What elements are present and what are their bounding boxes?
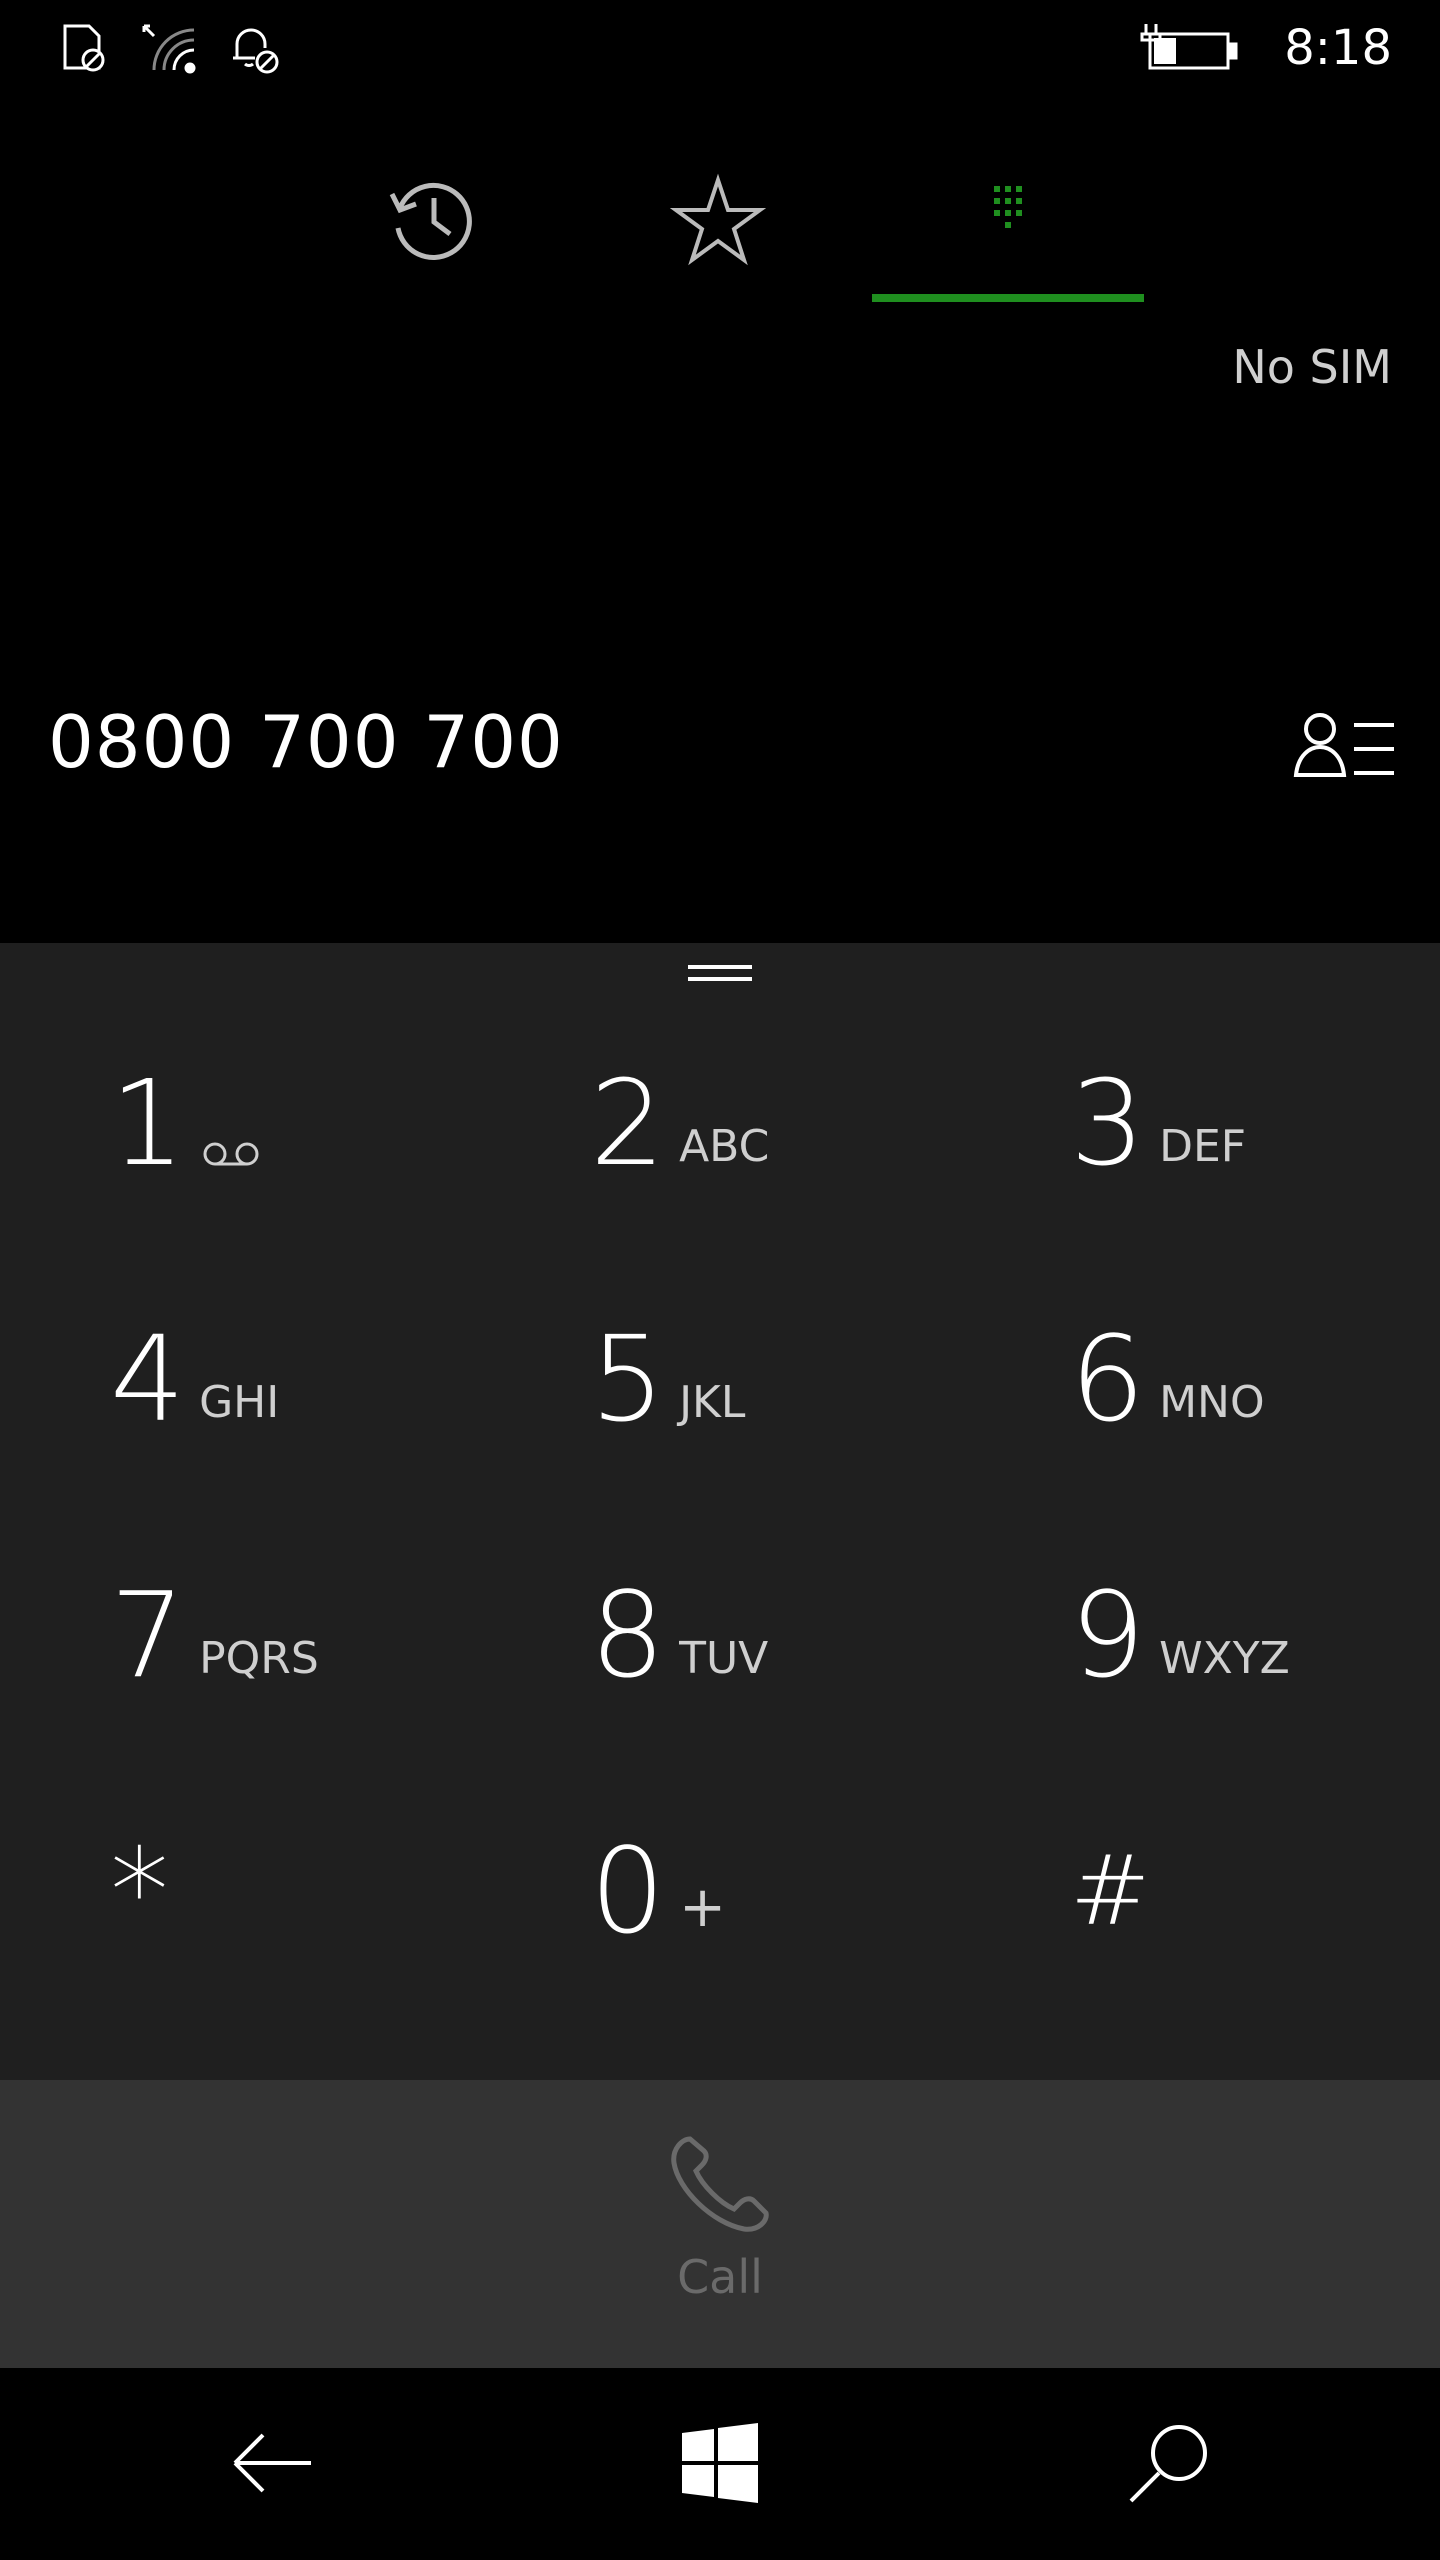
key-star[interactable]: *	[0, 1763, 480, 2019]
search-icon	[1129, 2425, 1207, 2503]
key-letters: PQRS	[199, 1633, 319, 1684]
key-1[interactable]: 1	[0, 995, 480, 1251]
key-digit: 2	[590, 1054, 666, 1192]
call-button[interactable]: Call	[0, 2080, 1440, 2368]
key-letters: GHI	[199, 1377, 280, 1428]
quiet-hours-icon	[225, 18, 285, 78]
key-digit: 0	[590, 1822, 666, 1960]
add-to-contacts-button[interactable]	[1290, 705, 1400, 785]
tab-speed-dial[interactable]	[658, 160, 778, 280]
key-digit: 8	[590, 1566, 666, 1704]
battery-charging-icon	[1140, 18, 1240, 78]
key-letters: JKL	[679, 1377, 746, 1428]
key-0[interactable]: 0 +	[480, 1763, 960, 2019]
key-letters: +	[679, 1875, 726, 1940]
voicemail-icon	[199, 1138, 263, 1170]
star-icon	[670, 173, 766, 266]
key-digit: #	[1070, 1835, 1151, 1947]
clock: 8:18	[1284, 20, 1392, 76]
keypad-icon	[994, 186, 1022, 228]
key-5[interactable]: 5 JKL	[480, 1251, 960, 1507]
key-2[interactable]: 2 ABC	[480, 995, 960, 1251]
key-digit: 6	[1070, 1310, 1146, 1448]
back-button[interactable]	[216, 2408, 326, 2518]
key-3[interactable]: 3 DEF	[960, 995, 1440, 1251]
key-digit: 3	[1070, 1054, 1146, 1192]
back-icon	[233, 2433, 311, 2493]
key-letters: TUV	[679, 1633, 769, 1684]
key-hash[interactable]: #	[960, 1763, 1440, 2019]
sim-status: No SIM	[1232, 340, 1392, 394]
key-letters: MNO	[1159, 1377, 1265, 1428]
search-button[interactable]	[1114, 2408, 1224, 2518]
collapse-grip[interactable]	[688, 965, 752, 983]
wifi-icon	[140, 18, 200, 78]
keypad-panel: 1 2 ABC 3 DEF 4 GHI 5 JKL 6 MNO 7 PQRS 8 TUV 9W…	[0, 943, 1440, 2080]
key-letters: ABC	[679, 1121, 770, 1172]
dialed-number[interactable]: 0800 700 700	[48, 700, 564, 784]
key-letters: WXYZ	[1159, 1633, 1290, 1684]
history-icon	[389, 182, 472, 260]
tab-selection-indicator	[872, 294, 1144, 302]
tab-history[interactable]	[372, 160, 492, 280]
key-digit: 5	[590, 1310, 666, 1448]
key-digit: *	[110, 1822, 169, 1960]
start-button[interactable]	[665, 2408, 775, 2518]
key-digit: 9	[1070, 1566, 1146, 1704]
key-digit: 7	[110, 1566, 186, 1704]
phone-icon	[660, 2125, 780, 2245]
no-sim-icon	[55, 18, 115, 78]
status-bar: 8:18	[0, 0, 1440, 95]
key-7[interactable]: 7 PQRS	[0, 1507, 480, 1763]
tab-keypad[interactable]	[948, 160, 1068, 280]
windows-icon	[682, 2423, 758, 2503]
key-8[interactable]: 8 TUV	[480, 1507, 960, 1763]
contact-list-icon	[1293, 713, 1394, 777]
call-label: Call	[677, 2250, 763, 2304]
navigation-bar	[0, 2368, 1440, 2560]
key-letters: DEF	[1159, 1121, 1247, 1172]
key-9[interactable]: 9 WXYZ	[960, 1507, 1440, 1763]
key-digit: 4	[110, 1310, 186, 1448]
key-6[interactable]: 6 MNO	[960, 1251, 1440, 1507]
key-4[interactable]: 4 GHI	[0, 1251, 480, 1507]
key-digit: 1	[110, 1054, 186, 1192]
